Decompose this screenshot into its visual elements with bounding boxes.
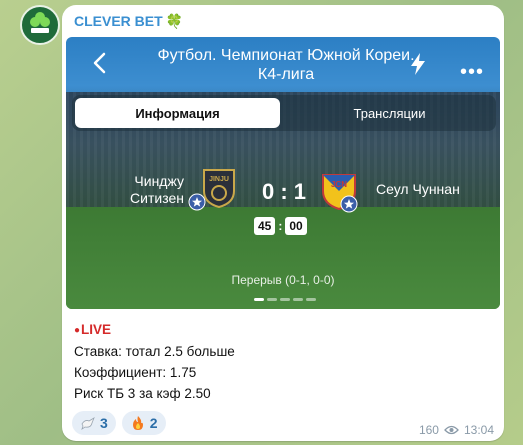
match-card-image[interactable]: Футбол. Чемпионат Южной Кореи. К4-лига •… xyxy=(66,37,500,309)
favorite-star-icon[interactable] xyxy=(188,193,206,211)
carousel-indicator xyxy=(254,298,316,301)
view-count: 160 xyxy=(418,423,439,437)
risk-line: Риск ТБ 3 за кэф 2.50 xyxy=(74,386,211,401)
clover-logo-icon xyxy=(30,12,50,33)
more-options-icon[interactable]: ••• xyxy=(460,61,484,84)
carousel-dot[interactable] xyxy=(293,298,303,301)
match-period: Перерыв (0-1, 0-0) xyxy=(231,273,335,287)
clock-minutes: 45 xyxy=(254,217,276,235)
home-team-name: Чинджу Ситизен xyxy=(130,173,184,206)
match-tabs: Информация Трансляции xyxy=(72,95,496,131)
match-score: 0 : 1 xyxy=(261,179,307,204)
back-arrow-icon[interactable] xyxy=(90,51,110,75)
channel-avatar[interactable] xyxy=(20,5,60,45)
fire-icon xyxy=(132,416,143,430)
svg-text:JCN: JCN xyxy=(331,180,347,189)
match-title: Футбол. Чемпионат Южной Кореи. К4-лига xyxy=(157,47,415,83)
bet-line: Ставка: тотал 2.5 больше xyxy=(74,344,235,359)
carousel-dot[interactable] xyxy=(267,298,277,301)
carousel-dot[interactable] xyxy=(280,298,290,301)
carousel-dot[interactable] xyxy=(254,298,264,301)
svg-text:JINJU: JINJU xyxy=(209,176,229,183)
tab-information[interactable]: Информация xyxy=(75,98,280,128)
post-text: ●LIVE Ставка: тотал 2.5 больше Коэффицие… xyxy=(74,319,235,404)
message-bubble: CLEVER BET 🍀 Футбол. Чемпионат Южной Коре… xyxy=(62,5,504,441)
reaction-fire[interactable]: 2 xyxy=(121,411,166,435)
channel-name[interactable]: CLEVER BET 🍀 xyxy=(74,13,183,30)
match-topbar: Футбол. Чемпионат Южной Кореи. К4-лига •… xyxy=(66,37,500,89)
home-team-crest: JINJU xyxy=(188,167,240,211)
favorite-star-icon[interactable] xyxy=(340,195,358,213)
match-clock: 45 : 00 xyxy=(254,217,307,235)
away-team-crest: JCN xyxy=(318,169,360,213)
reaction-count: 3 xyxy=(100,415,108,431)
lightning-icon[interactable] xyxy=(408,52,428,76)
tab-broadcasts[interactable]: Трансляции xyxy=(287,98,492,128)
message-time: 13:04 xyxy=(463,423,494,437)
live-dot-icon: ● xyxy=(74,325,81,336)
eye-icon xyxy=(444,425,459,435)
reaction-dove[interactable]: 3 xyxy=(72,411,116,435)
message-meta: 160 13:04 xyxy=(419,423,494,437)
carousel-dot[interactable] xyxy=(306,298,316,301)
clover-icon: 🍀 xyxy=(165,13,184,29)
odds-line: Коэффициент: 1.75 xyxy=(74,365,197,380)
reaction-count: 2 xyxy=(149,415,158,431)
clock-seconds: 00 xyxy=(285,217,307,235)
reactions-bar: 3 2 xyxy=(72,411,166,435)
clock-separator: : xyxy=(278,219,283,233)
dove-icon xyxy=(81,417,95,430)
away-team-name: Сеул Чуннан xyxy=(376,181,460,197)
live-label: ●LIVE xyxy=(74,322,112,337)
